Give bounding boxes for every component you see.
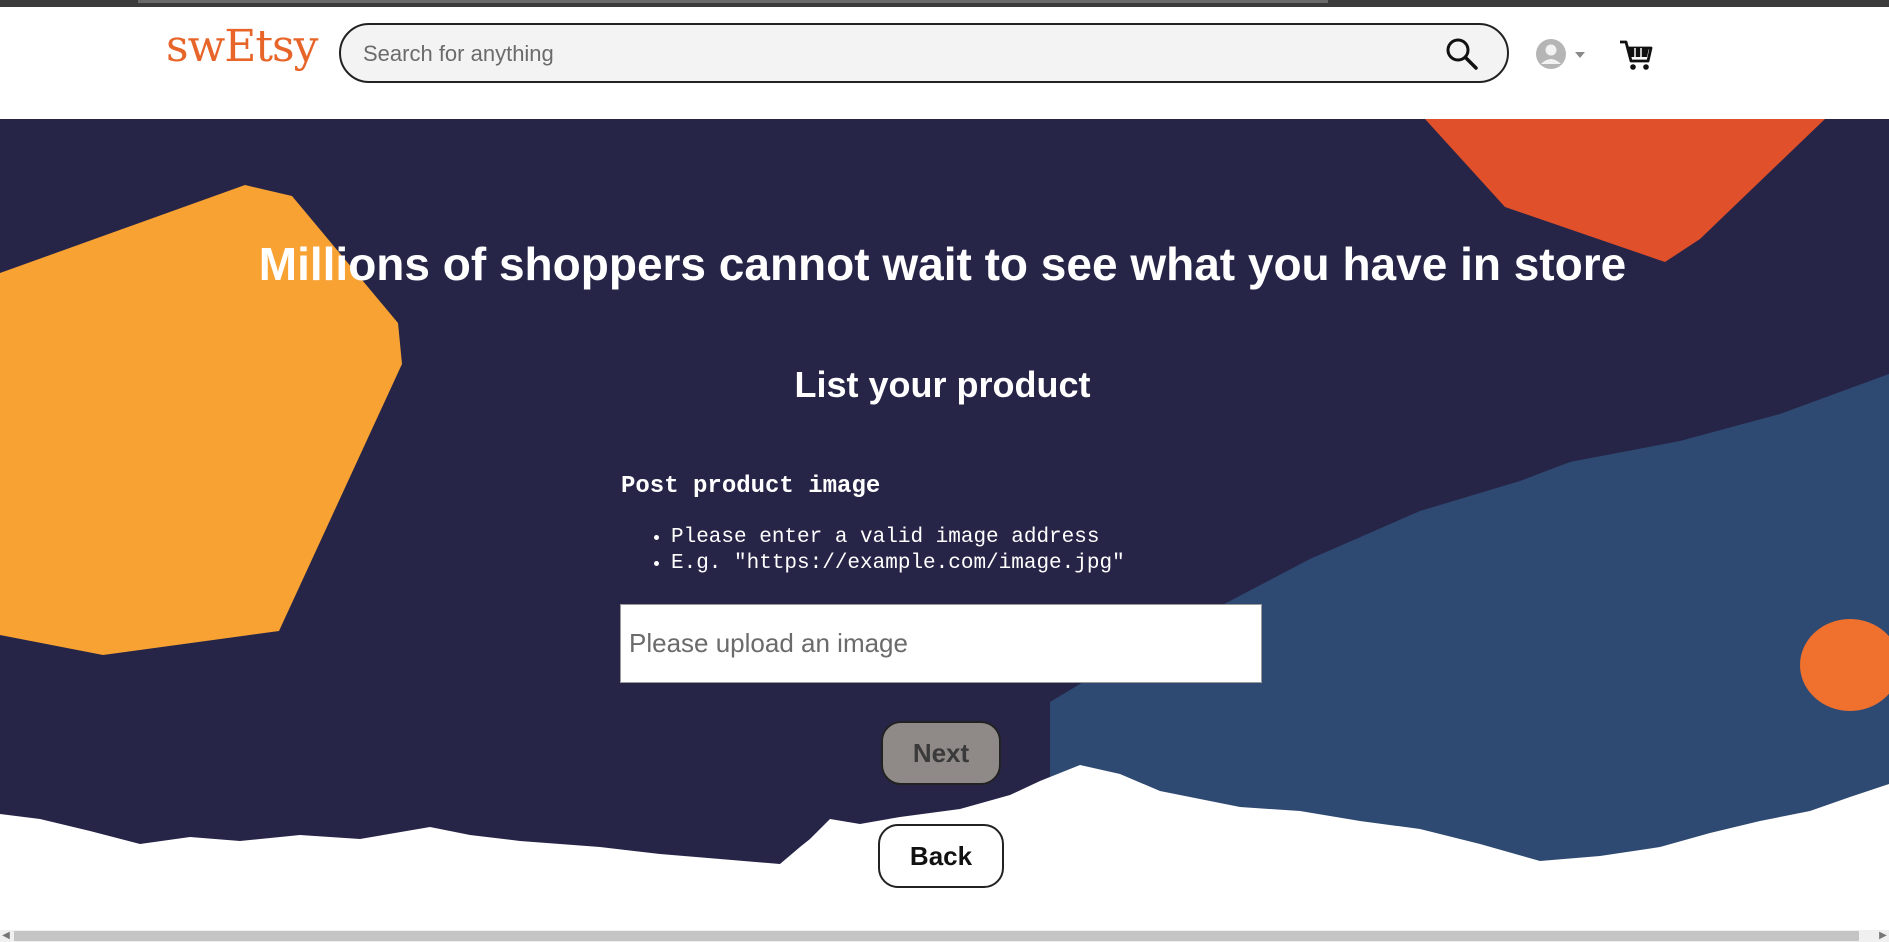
image-url-input[interactable] — [620, 604, 1262, 683]
site-logo[interactable]: swEtsy — [166, 21, 318, 72]
page-title: List your product — [794, 364, 1091, 405]
hero-section: Millions of shoppers cannot wait to see … — [0, 119, 1889, 932]
next-button[interactable]: Next — [881, 721, 1001, 785]
scrollbar-thumb[interactable] — [14, 931, 1859, 941]
hint-list: Please enter a valid image address E.g. … — [621, 525, 1125, 577]
back-button[interactable]: Back — [878, 824, 1004, 888]
browser-tab-strip — [138, 0, 1328, 3]
hero-headline: Millions of shoppers cannot wait to see … — [258, 238, 1627, 290]
browser-top-strip — [0, 0, 1889, 7]
scroll-right-arrow-icon[interactable]: ▶ — [1877, 930, 1889, 942]
horizontal-scrollbar[interactable]: ◀ ▶ — [0, 930, 1889, 942]
user-avatar-icon[interactable] — [1535, 37, 1591, 71]
post-image-heading: Post product image — [621, 473, 881, 500]
site-header: swEtsy — [0, 7, 1889, 119]
hint-item: Please enter a valid image address — [671, 525, 1125, 551]
hint-item: E.g. "https://example.com/image.jpg" — [671, 551, 1125, 577]
search-bar — [339, 23, 1509, 83]
search-input[interactable] — [361, 35, 1405, 73]
caret-down-icon — [1575, 52, 1585, 58]
search-icon[interactable] — [1445, 37, 1479, 71]
shopping-cart-icon[interactable] — [1618, 37, 1654, 73]
scroll-left-arrow-icon[interactable]: ◀ — [0, 930, 12, 942]
